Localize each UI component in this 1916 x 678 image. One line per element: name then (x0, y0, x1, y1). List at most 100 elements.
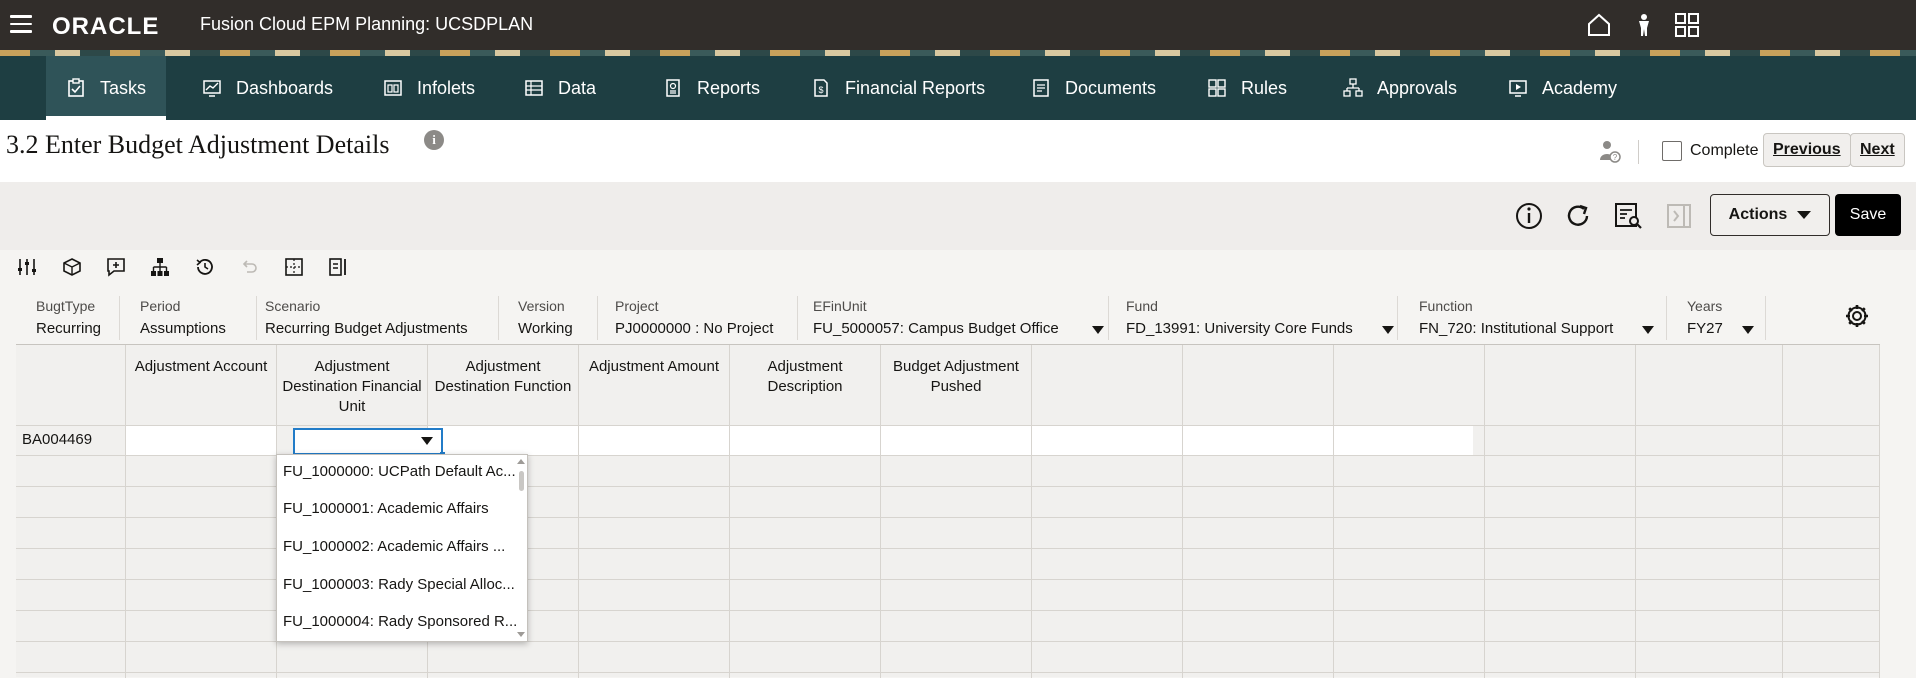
rules-icon (1208, 79, 1226, 97)
pov-value: FN_720: Institutional Support (1419, 320, 1614, 337)
financial-reports-icon: $ (814, 79, 828, 97)
app-grid-icon[interactable] (1674, 12, 1700, 38)
dropdown-option[interactable]: FU_1000000: UCPath Default Ac... (283, 463, 516, 480)
pov-value: Assumptions (140, 320, 226, 337)
chevron-down-icon[interactable] (421, 437, 433, 445)
academy-icon (1509, 80, 1527, 97)
scroll-up-icon[interactable] (517, 459, 525, 464)
dropdown-option[interactable]: FU_1000004: Rady Sponsored R... (283, 613, 517, 630)
row-header: BA004469 (22, 431, 93, 448)
pov-value: Recurring (36, 320, 102, 337)
main-nav: Tasks Dashboards Infolets Data Reports $… (0, 56, 1916, 120)
svg-text:$: $ (818, 85, 823, 95)
column-header[interactable]: Adjustment Account (128, 357, 274, 377)
chevron-down-icon[interactable] (1742, 326, 1754, 334)
save-button[interactable]: Save (1835, 194, 1901, 236)
grid-cells-editable[interactable] (428, 426, 1473, 455)
nav-label: Infolets (417, 77, 476, 98)
column-divider (729, 345, 730, 678)
nav-label: Data (558, 77, 597, 98)
dropdown-option[interactable]: FU_1000002: Academic Affairs ... (283, 538, 505, 555)
divider (597, 296, 598, 340)
actions-label: Actions (1728, 206, 1788, 223)
grid-layout-icon[interactable] (283, 256, 305, 278)
nav-infolets[interactable]: Infolets (383, 56, 475, 120)
collapse-panel-icon (1667, 204, 1691, 228)
assignee-help-icon[interactable]: ? (1596, 138, 1622, 164)
column-divider (880, 345, 881, 678)
column-header[interactable]: Adjustment Description (732, 357, 878, 397)
column-divider (1782, 345, 1783, 678)
divider (1638, 140, 1639, 164)
column-divider (125, 345, 126, 678)
info-circle-icon[interactable] (1512, 199, 1546, 233)
nav-label: Approvals (1377, 77, 1458, 98)
nav-documents[interactable]: Documents (1031, 56, 1156, 120)
nav-label: Reports (697, 77, 761, 98)
infolets-icon (384, 80, 402, 96)
column-header[interactable]: Adjustment Destination Function (430, 357, 576, 397)
data-icon (525, 80, 543, 96)
dropdown-option[interactable]: FU_1000003: Rady Special Alloc... (283, 576, 515, 593)
next-button[interactable]: Next (1850, 133, 1905, 167)
pov-value: PJ0000000 : No Project (615, 320, 774, 337)
info-icon[interactable]: i (424, 130, 444, 150)
adjust-sliders-icon[interactable] (16, 256, 38, 278)
nav-reports[interactable]: Reports (663, 56, 760, 120)
page-title: 3.2 Enter Budget Adjustment Details (6, 130, 390, 159)
chevron-down-icon[interactable] (1382, 326, 1394, 334)
undo-icon (242, 260, 257, 273)
hierarchy-icon[interactable] (149, 256, 171, 278)
nav-tasks[interactable]: Tasks (46, 56, 167, 120)
scroll-down-icon[interactable] (517, 632, 525, 637)
pov-label: Version (518, 298, 565, 314)
actions-button[interactable]: Actions (1710, 194, 1830, 236)
nav-financial-reports[interactable]: $ Financial Reports (811, 56, 985, 120)
pov-value: FU_5000057: Campus Budget Office (813, 320, 1059, 337)
previous-button[interactable]: Previous (1763, 133, 1851, 167)
complete-checkbox[interactable] (1662, 141, 1682, 161)
nav-approvals[interactable]: Approvals (1343, 56, 1457, 120)
chevron-down-icon[interactable] (1642, 326, 1654, 334)
page-header: 3.2 Enter Budget Adjustment Details i ? … (0, 120, 1916, 182)
app-title: Fusion Cloud EPM Planning: UCSDPLAN (200, 14, 534, 34)
add-comment-icon[interactable] (105, 256, 127, 278)
nav-academy[interactable]: Academy (1508, 56, 1617, 120)
chevron-down-icon[interactable] (1092, 326, 1104, 334)
destination-financial-unit-cell[interactable] (293, 428, 445, 457)
divider (119, 296, 120, 340)
pov-bar: BugtType Recurring Period Assumptions Sc… (16, 290, 1880, 346)
divider (498, 296, 499, 340)
divider (797, 296, 798, 340)
reports-icon (666, 79, 680, 97)
form-toolbar: Actions Save (0, 182, 1916, 250)
divider (1108, 296, 1109, 340)
pov-label: Function (1419, 298, 1473, 314)
cube-icon[interactable] (61, 256, 83, 278)
column-divider (1182, 345, 1183, 678)
pov-label: EFinUnit (813, 298, 867, 314)
refresh-icon[interactable] (1561, 199, 1595, 233)
documents-icon (1033, 79, 1049, 97)
column-divider (1333, 345, 1334, 678)
column-divider (1031, 345, 1032, 678)
dropdown-option[interactable]: FU_1000001: Academic Affairs (283, 500, 489, 517)
nav-label: Financial Reports (845, 77, 986, 98)
divider (256, 296, 257, 340)
history-icon[interactable] (194, 256, 216, 278)
column-header[interactable]: Budget Adjustment Pushed (883, 357, 1029, 397)
nav-dashboards[interactable]: Dashboards (202, 56, 333, 120)
home-icon[interactable] (1586, 12, 1612, 38)
column-header[interactable]: Adjustment Amount (581, 357, 727, 377)
gear-icon[interactable] (1843, 302, 1871, 330)
column-header[interactable]: Adjustment Destination Financial Unit (279, 357, 425, 417)
form-search-icon[interactable] (1611, 199, 1645, 233)
nav-rules[interactable]: Rules (1207, 56, 1287, 120)
global-header: ORACLE Fusion Cloud EPM Planning: UCSDPL… (0, 0, 1916, 50)
menu-icon[interactable] (10, 15, 32, 33)
navigator-person-icon[interactable] (1631, 12, 1657, 38)
nav-data[interactable]: Data (524, 56, 596, 120)
scrollbar-thumb[interactable] (519, 471, 524, 491)
column-settings-icon[interactable] (327, 256, 349, 278)
grid-cell-adjustment-account[interactable] (125, 426, 276, 455)
